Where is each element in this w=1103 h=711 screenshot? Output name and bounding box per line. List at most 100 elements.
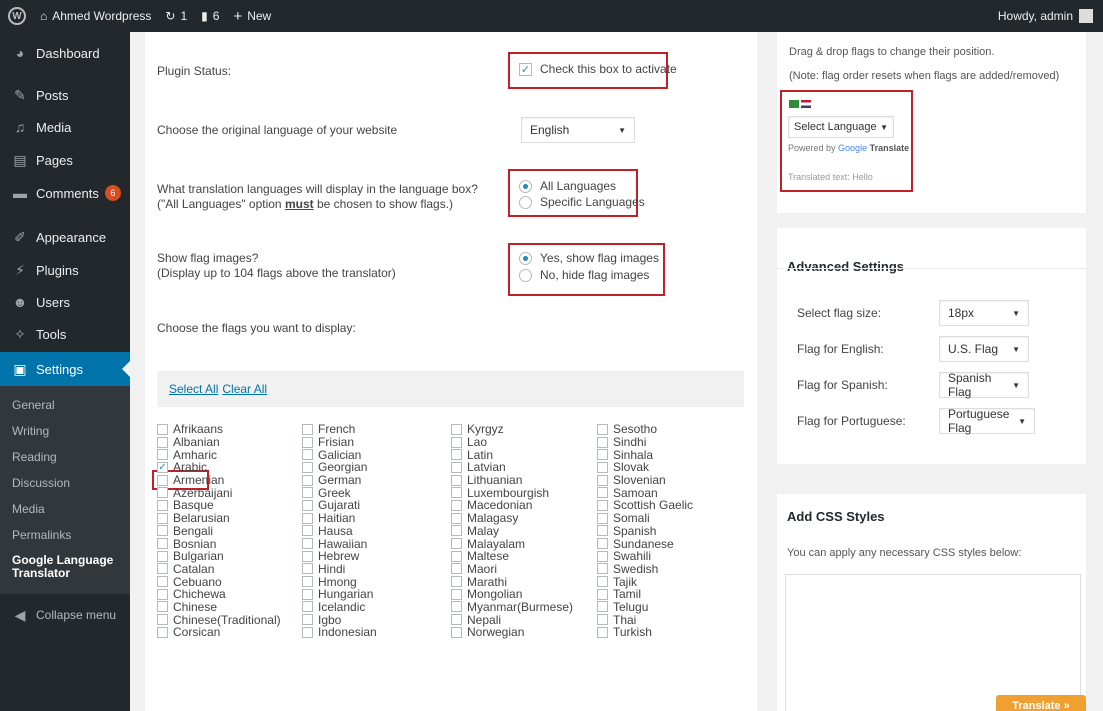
language-option[interactable]: Chichewa: [157, 587, 281, 601]
sidebar-item-users[interactable]: ☻ Users: [0, 286, 130, 318]
sidebar-item-tools[interactable]: ✧ Tools: [0, 318, 130, 350]
language-option[interactable]: Myanmar(Burmese): [451, 600, 573, 614]
language-checkbox[interactable]: [302, 499, 313, 511]
language-checkbox[interactable]: [597, 461, 608, 473]
language-option[interactable]: Lao: [451, 435, 573, 449]
language-option[interactable]: Frisian: [302, 435, 377, 449]
language-checkbox[interactable]: [302, 588, 313, 600]
language-checkbox[interactable]: [451, 449, 462, 461]
submenu-reading[interactable]: Reading: [0, 444, 130, 470]
language-option[interactable]: Turkish: [597, 625, 693, 639]
language-checkbox[interactable]: [597, 601, 608, 613]
language-option[interactable]: Hungarian: [302, 587, 377, 601]
language-checkbox[interactable]: [597, 563, 608, 575]
language-checkbox[interactable]: [302, 449, 313, 461]
language-option[interactable]: German: [302, 473, 377, 487]
english-flag-select[interactable]: U.S. Flag ▼: [939, 336, 1029, 362]
language-checkbox[interactable]: [597, 512, 608, 524]
language-option[interactable]: Basque: [157, 498, 281, 512]
language-checkbox[interactable]: [157, 614, 168, 626]
language-checkbox[interactable]: [157, 588, 168, 600]
language-option[interactable]: Gujarati: [302, 498, 377, 512]
language-checkbox[interactable]: [451, 538, 462, 550]
sidebar-item-plugins[interactable]: ⚡ Plugins: [0, 254, 130, 286]
language-option[interactable]: Bosnian: [157, 537, 281, 551]
language-checkbox[interactable]: [157, 449, 168, 461]
original-language-select[interactable]: English ▼: [521, 117, 635, 143]
clear-all-link[interactable]: Clear All: [222, 382, 267, 396]
language-option[interactable]: Sindhi: [597, 435, 693, 449]
css-styles-textarea[interactable]: [785, 574, 1081, 711]
language-checkbox[interactable]: [597, 576, 608, 588]
language-checkbox[interactable]: [451, 423, 462, 435]
language-checkbox[interactable]: [451, 525, 462, 537]
language-option[interactable]: Hmong: [302, 575, 377, 589]
submenu-general[interactable]: General: [0, 392, 130, 418]
language-checkbox[interactable]: [302, 525, 313, 537]
language-checkbox[interactable]: [157, 563, 168, 575]
language-checkbox[interactable]: [451, 487, 462, 499]
language-option[interactable]: Icelandic: [302, 600, 377, 614]
language-option[interactable]: Nepali: [451, 613, 573, 627]
language-checkbox[interactable]: [451, 601, 462, 613]
language-checkbox[interactable]: [157, 550, 168, 562]
language-option[interactable]: Sundanese: [597, 537, 693, 551]
updates-link[interactable]: ↻ 1: [158, 0, 194, 32]
language-checkbox[interactable]: [451, 436, 462, 448]
sidebar-item-appearance[interactable]: ✐ Appearance: [0, 220, 130, 254]
activate-checkbox-row[interactable]: ✓ Check this box to activate: [519, 62, 677, 76]
language-option[interactable]: Samoan: [597, 486, 693, 500]
arabic-flag-icon[interactable]: [789, 99, 799, 108]
language-checkbox[interactable]: [597, 423, 608, 435]
language-option[interactable]: Maori: [451, 562, 573, 576]
my-account-link[interactable]: Howdy, admin: [998, 9, 1103, 23]
language-option[interactable]: Maltese: [451, 549, 573, 563]
language-option[interactable]: Tamil: [597, 587, 693, 601]
sidebar-item-dashboard[interactable]: ◕ Dashboard: [0, 36, 130, 70]
sidebar-item-comments[interactable]: ▬ Comments 6: [0, 176, 130, 210]
language-option[interactable]: Somali: [597, 511, 693, 525]
specific-languages-option[interactable]: Specific Languages: [519, 195, 645, 209]
language-option[interactable]: Cebuano: [157, 575, 281, 589]
show-flags-yes-radio[interactable]: [519, 251, 532, 265]
language-option[interactable]: Scottish Gaelic: [597, 498, 693, 512]
language-checkbox[interactable]: [451, 614, 462, 626]
language-option[interactable]: Corsican: [157, 625, 281, 639]
language-checkbox[interactable]: [157, 499, 168, 511]
language-option[interactable]: French: [302, 422, 377, 436]
language-option[interactable]: Indonesian: [302, 625, 377, 639]
language-checkbox[interactable]: [597, 550, 608, 562]
language-option[interactable]: Malayalam: [451, 537, 573, 551]
language-checkbox[interactable]: [157, 512, 168, 524]
language-checkbox[interactable]: [302, 436, 313, 448]
language-option[interactable]: Swahili: [597, 549, 693, 563]
language-option[interactable]: Latin: [451, 448, 573, 462]
language-checkbox[interactable]: [302, 538, 313, 550]
language-checkbox[interactable]: [597, 487, 608, 499]
language-checkbox[interactable]: [157, 474, 168, 486]
language-checkbox[interactable]: [597, 588, 608, 600]
language-checkbox[interactable]: [597, 525, 608, 537]
portuguese-flag-select[interactable]: Portuguese Flag ▼: [939, 407, 1035, 435]
language-checkbox[interactable]: [597, 436, 608, 448]
language-checkbox[interactable]: [451, 626, 462, 638]
all-languages-radio[interactable]: [519, 179, 532, 193]
language-checkbox[interactable]: [302, 461, 313, 473]
language-option[interactable]: Chinese(Traditional): [157, 613, 281, 627]
sidebar-item-settings[interactable]: ▣ Settings: [0, 352, 130, 386]
sidebar-item-posts[interactable]: ✎ Posts: [0, 80, 130, 110]
language-checkbox[interactable]: [157, 538, 168, 550]
all-languages-option[interactable]: All Languages: [519, 179, 616, 193]
language-checkbox[interactable]: [451, 563, 462, 575]
language-option[interactable]: Galician: [302, 448, 377, 462]
language-option[interactable]: Thai: [597, 613, 693, 627]
language-checkbox[interactable]: [451, 588, 462, 600]
select-language-dropdown[interactable]: Select Language ▼: [788, 116, 894, 138]
comments-link[interactable]: ▮ 6: [194, 0, 226, 32]
language-checkbox[interactable]: [451, 576, 462, 588]
language-option[interactable]: Spanish: [597, 524, 693, 538]
language-checkbox[interactable]: [597, 499, 608, 511]
language-option[interactable]: Chinese: [157, 600, 281, 614]
language-option[interactable]: Hindi: [302, 562, 377, 576]
language-option[interactable]: Haitian: [302, 511, 377, 525]
